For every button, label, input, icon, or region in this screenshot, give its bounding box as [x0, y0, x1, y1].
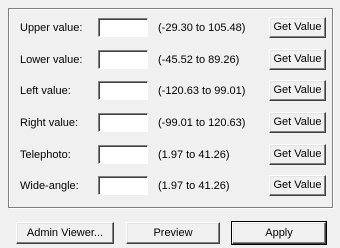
- wide-angle-get-value-button[interactable]: Get Value: [269, 175, 326, 196]
- right-value-row: Right value: (-99.01 to 120.63) Get Valu…: [0, 112, 340, 135]
- telephoto-row: Telephoto: (1.97 to 41.26) Get Value: [0, 144, 340, 167]
- right-get-value-button[interactable]: Get Value: [269, 112, 326, 133]
- upper-value-row: Upper value: (-29.30 to 105.48) Get Valu…: [0, 17, 340, 40]
- telephoto-get-value-button[interactable]: Get Value: [269, 144, 326, 165]
- right-value-label: Right value:: [20, 117, 79, 129]
- left-value-label: Left value:: [20, 85, 71, 97]
- upper-value-label: Upper value:: [20, 22, 83, 34]
- right-value-range: (-99.01 to 120.63): [158, 117, 246, 129]
- wide-angle-range: (1.97 to 41.26): [158, 180, 230, 192]
- telephoto-label: Telephoto:: [20, 149, 71, 161]
- telephoto-range: (1.97 to 41.26): [158, 149, 230, 161]
- upper-value-input[interactable]: [98, 18, 148, 37]
- left-value-input[interactable]: [98, 81, 148, 100]
- wide-angle-row: Wide-angle: (1.97 to 41.26) Get Value: [0, 175, 340, 198]
- telephoto-input[interactable]: [98, 145, 148, 164]
- preview-button[interactable]: Preview: [126, 222, 220, 244]
- upper-value-range: (-29.30 to 105.48): [158, 22, 246, 34]
- lower-value-range: (-45.52 to 89.26): [158, 54, 240, 66]
- admin-viewer-button[interactable]: Admin Viewer...: [16, 222, 114, 244]
- left-value-row: Left value: (-120.63 to 99.01) Get Value: [0, 80, 340, 103]
- left-get-value-button[interactable]: Get Value: [269, 80, 326, 101]
- upper-get-value-button[interactable]: Get Value: [269, 17, 326, 38]
- apply-button[interactable]: Apply: [231, 221, 327, 245]
- left-value-range: (-120.63 to 99.01): [158, 85, 246, 97]
- right-value-input[interactable]: [98, 113, 148, 132]
- wide-angle-input[interactable]: [98, 176, 148, 195]
- lower-get-value-button[interactable]: Get Value: [269, 49, 326, 70]
- wide-angle-label: Wide-angle:: [20, 180, 79, 192]
- lower-value-label: Lower value:: [20, 54, 83, 66]
- lower-value-input[interactable]: [98, 50, 148, 69]
- lower-value-row: Lower value: (-45.52 to 89.26) Get Value: [0, 49, 340, 72]
